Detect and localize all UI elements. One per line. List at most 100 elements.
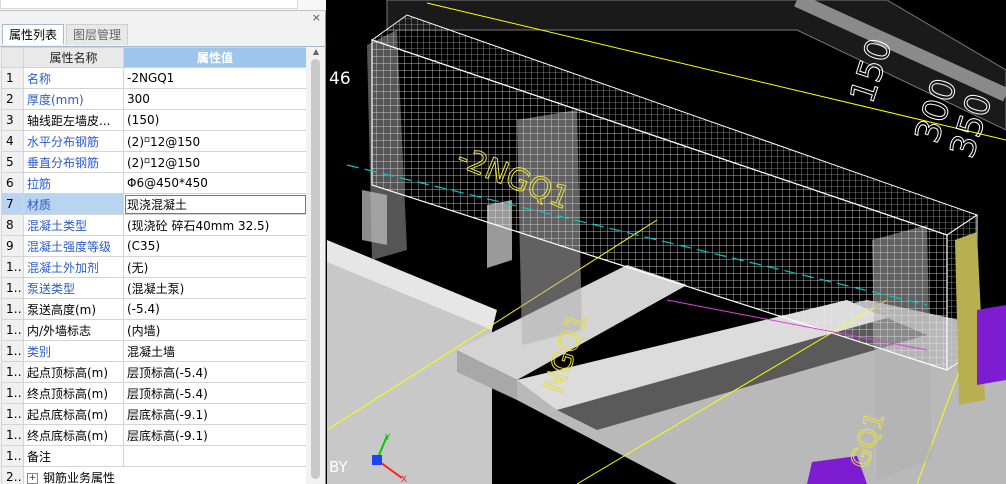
property-row[interactable]: 16 终点顶标高(m) 层顶标高(-5.4) — [1, 382, 306, 404]
property-row[interactable]: 13 内/外墙标志 (内墙) — [1, 319, 306, 341]
row-number: 18 — [1, 424, 24, 446]
row-number: 5 — [1, 151, 24, 173]
property-row[interactable]: 20 + 钢筋业务属性 — [1, 466, 306, 484]
property-name-header[interactable]: 属性名称 — [23, 47, 124, 68]
property-value[interactable]: (-5.4) — [123, 298, 306, 320]
property-name: 拉筋 — [23, 172, 124, 194]
property-name: 终点顶标高(m) — [23, 382, 124, 404]
row-number: 4 — [1, 130, 24, 152]
property-row[interactable]: 1 名称 -2NGQ1 — [1, 67, 306, 89]
property-row[interactable]: 11 泵送类型 (混凝土泵) — [1, 277, 306, 299]
property-name: 材质 — [23, 193, 124, 215]
property-value[interactable]: 层顶标高(-5.4) — [123, 382, 306, 404]
tab-property-list[interactable]: 属性列表 — [2, 24, 64, 45]
property-row[interactable]: 6 拉筋 Φ6@450*450 — [1, 172, 306, 194]
row-number: 15 — [1, 361, 24, 383]
property-value[interactable]: (C35) — [123, 235, 306, 257]
property-row[interactable]: 12 泵送高度(m) (-5.4) — [1, 298, 306, 320]
property-name: 混凝土外加剂 — [23, 256, 124, 278]
axis-mark: 46 — [329, 69, 351, 89]
scroll-up-arrow-icon[interactable]: ▲ — [311, 47, 321, 57]
row-number: 16 — [1, 382, 24, 404]
property-name: 厚度(mm) — [23, 88, 124, 110]
property-value[interactable]: (现浇砼 碎石40mm 32.5) — [123, 214, 306, 236]
scene-canvas: -2NGQ1 NGQ1 GQ1 150 300 350 46 BY Y X — [327, 0, 1006, 484]
properties-panel: × 属性列表 图层管理 属性名称 属性值 1 名称 -2NGQ1 2 厚度(mm) 300… — [0, 0, 326, 484]
row-number: 8 — [1, 214, 24, 236]
property-value[interactable]: 层顶标高(-5.4) — [123, 361, 306, 383]
row-number: 2 — [1, 88, 24, 110]
property-scrollbar[interactable]: ▲ — [308, 47, 324, 484]
property-value[interactable]: Φ6@450*450 — [123, 172, 306, 194]
property-name: 垂直分布钢筋 — [23, 151, 124, 173]
property-row[interactable]: 17 起点底标高(m) 层底标高(-9.1) — [1, 403, 306, 425]
property-value[interactable]: (内墙) — [123, 319, 306, 341]
property-value[interactable]: 层底标高(-9.1) — [123, 424, 306, 446]
svg-text:X: X — [401, 475, 407, 484]
property-value[interactable] — [123, 445, 306, 467]
property-row[interactable]: 18 终点底标高(m) 层底标高(-9.1) — [1, 424, 306, 446]
3d-viewport[interactable]: -2NGQ1 NGQ1 GQ1 150 300 350 46 BY Y X — [327, 0, 1006, 484]
panel-tabs: 属性列表 图层管理 — [0, 24, 326, 47]
row-number: 17 — [1, 403, 24, 425]
row-number: 19 — [1, 445, 24, 467]
property-value[interactable]: (2)⸋12@150 — [123, 130, 306, 152]
row-number: 3 — [1, 109, 24, 131]
row-number: 9 — [1, 235, 24, 257]
property-group-label: 钢筋业务属性 — [43, 470, 116, 484]
panel-top-ghost — [0, 0, 298, 9]
purple-block-right — [977, 305, 1006, 385]
property-header-row: 属性名称 属性值 — [1, 47, 306, 68]
property-row[interactable]: 2 厚度(mm) 300 — [1, 88, 306, 110]
property-value[interactable]: 现浇混凝土 — [123, 193, 306, 215]
property-name: 内/外墙标志 — [23, 319, 124, 341]
scroll-thumb[interactable] — [311, 59, 320, 479]
property-name: 终点底标高(m) — [23, 424, 124, 446]
property-name: 混凝土类型 — [23, 214, 124, 236]
svg-text:Y: Y — [384, 433, 391, 443]
property-name: 混凝土强度等级 — [23, 235, 124, 257]
property-name: 轴线距左墙皮... — [23, 109, 124, 131]
row-number: 1 — [1, 67, 24, 89]
property-name: 名称 — [23, 67, 124, 89]
property-name: 水平分布钢筋 — [23, 130, 124, 152]
row-number: 13 — [1, 319, 24, 341]
property-name: 起点顶标高(m) — [23, 361, 124, 383]
property-row[interactable]: 14 类别 混凝土墙 — [1, 340, 306, 362]
property-value[interactable]: (混凝土泵) — [123, 277, 306, 299]
property-row[interactable]: 10 混凝土外加剂 (无) — [1, 256, 306, 278]
property-row[interactable]: 7 材质 现浇混凝土 — [1, 193, 306, 215]
corner-text: BY — [329, 458, 348, 476]
property-value[interactable]: 300 — [123, 88, 306, 110]
row-number-header — [1, 47, 24, 68]
expand-plus-icon[interactable]: + — [27, 472, 38, 484]
property-row[interactable]: 3 轴线距左墙皮... (150) — [1, 109, 306, 131]
property-row[interactable]: 15 起点顶标高(m) 层顶标高(-5.4) — [1, 361, 306, 383]
property-row[interactable]: 4 水平分布钢筋 (2)⸋12@150 — [1, 130, 306, 152]
property-value-header[interactable]: 属性值 — [123, 47, 306, 68]
row-number: 12 — [1, 298, 24, 320]
property-row[interactable]: 5 垂直分布钢筋 (2)⸋12@150 — [1, 151, 306, 173]
row-number: 11 — [1, 277, 24, 299]
property-value[interactable]: 混凝土墙 — [123, 340, 306, 362]
property-value[interactable]: 层底标高(-9.1) — [123, 403, 306, 425]
property-row[interactable]: 8 混凝土类型 (现浇砼 碎石40mm 32.5) — [1, 214, 306, 236]
tab-layer-management[interactable]: 图层管理 — [66, 24, 128, 45]
row-number: 7 — [1, 193, 24, 215]
property-name: 泵送高度(m) — [23, 298, 124, 320]
property-name: 起点底标高(m) — [23, 403, 124, 425]
property-row[interactable]: 19 备注 — [1, 445, 306, 467]
property-rows: 1 名称 -2NGQ1 2 厚度(mm) 300 3 轴线距左墙皮... (150) 4 水平分布钢… — [1, 67, 306, 484]
property-table: 属性名称 属性值 1 名称 -2NGQ1 2 厚度(mm) 300 3 轴线距左墙皮... (1… — [1, 47, 306, 484]
panel-top-strip — [0, 0, 326, 11]
property-value[interactable]: (150) — [123, 109, 306, 131]
property-name: 类别 — [23, 340, 124, 362]
property-name: 泵送类型 — [23, 277, 124, 299]
property-name: + 钢筋业务属性 — [23, 466, 306, 484]
property-value[interactable]: (无) — [123, 256, 306, 278]
property-name: 备注 — [23, 445, 124, 467]
panel-close-icon[interactable]: × — [312, 11, 321, 25]
property-value[interactable]: (2)⸋12@150 — [123, 151, 306, 173]
property-value[interactable]: -2NGQ1 — [123, 67, 306, 89]
property-row[interactable]: 9 混凝土强度等级 (C35) — [1, 235, 306, 257]
